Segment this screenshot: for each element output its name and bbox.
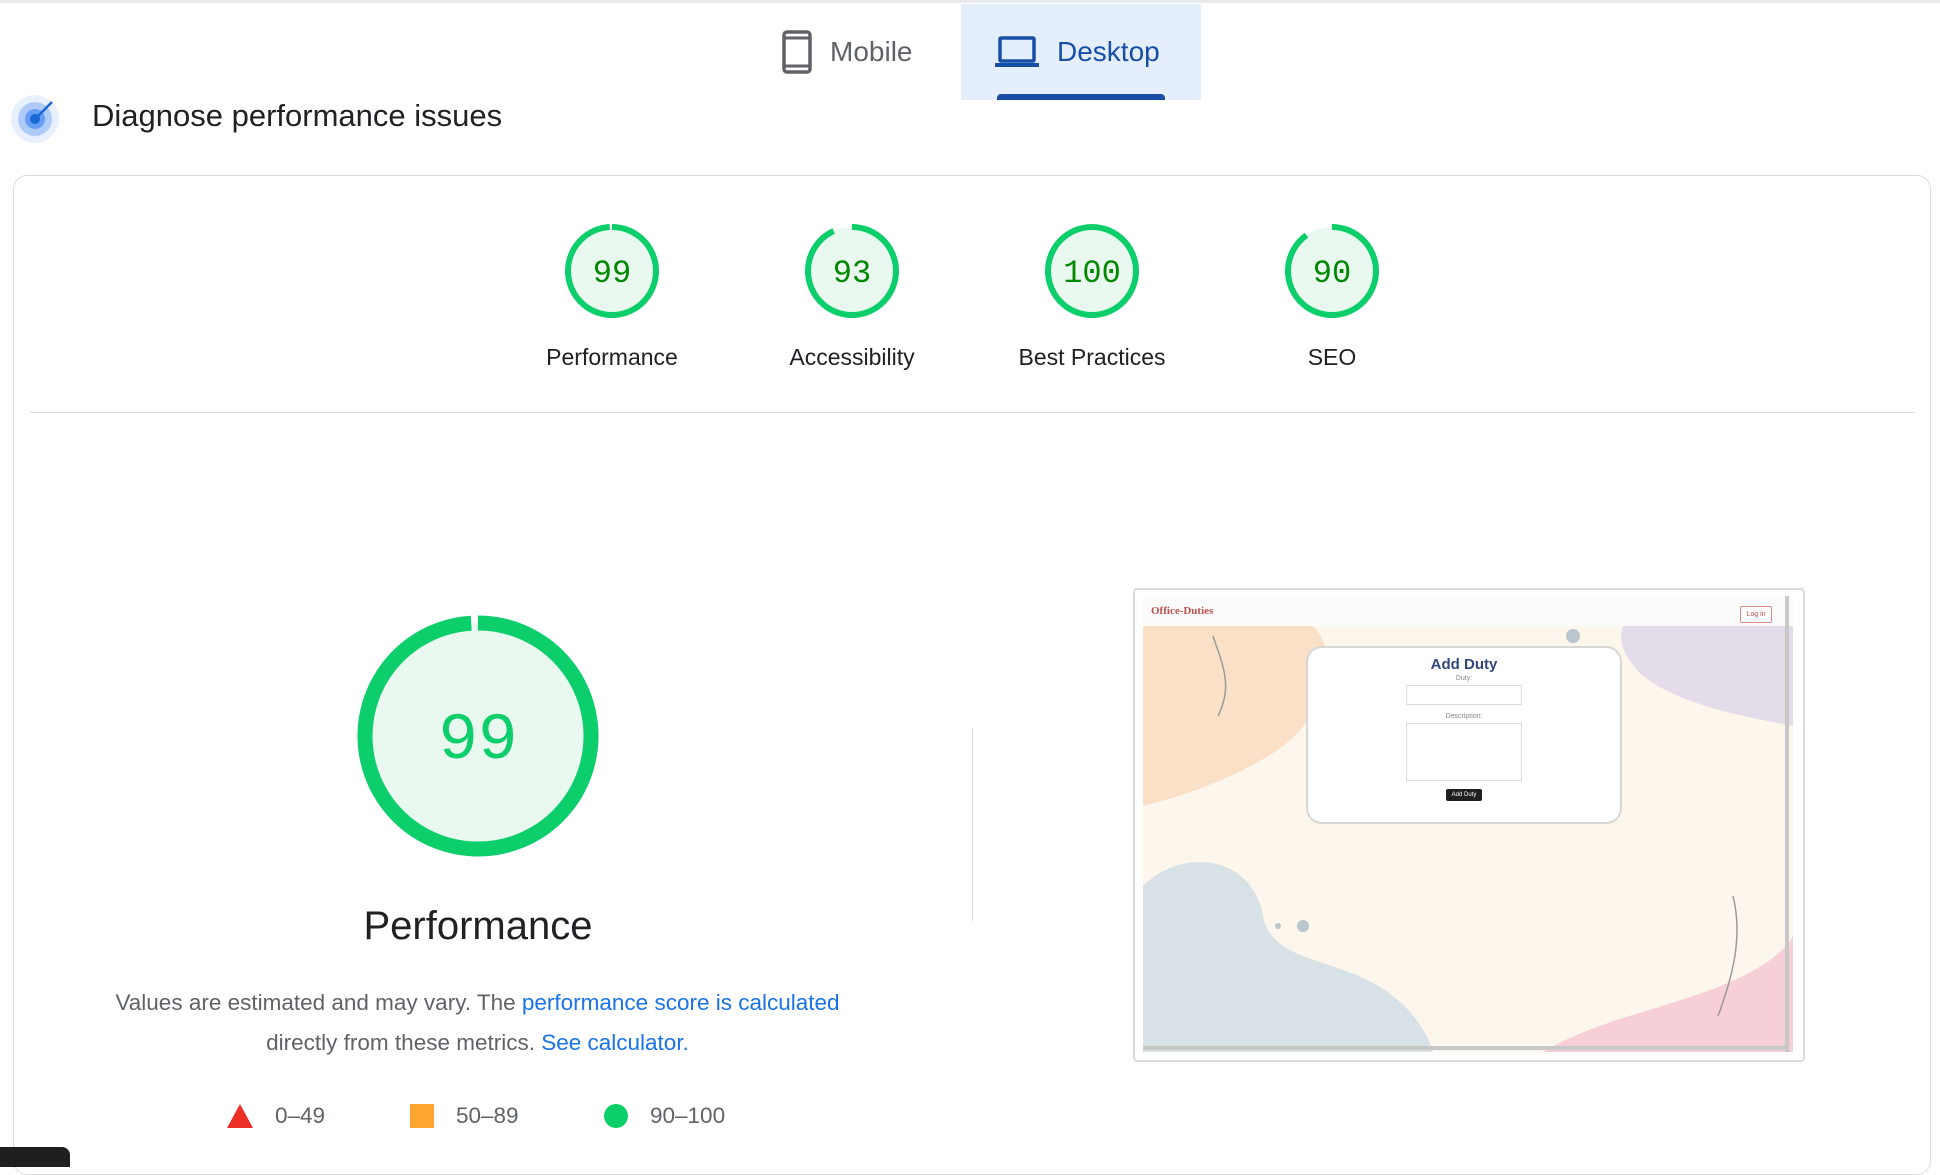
tab-desktop[interactable]: Desktop	[961, 4, 1201, 100]
gauge-score: 93	[833, 255, 871, 292]
legend-range: 50–89	[456, 1103, 519, 1128]
circle-icon	[604, 1104, 628, 1128]
screenshot-login: Log in	[1740, 606, 1772, 623]
gauge-ring: 90	[1285, 224, 1379, 318]
triangle-icon	[227, 1104, 253, 1128]
screenshot-description-input	[1406, 723, 1522, 781]
page-title: Diagnose performance issues	[92, 98, 503, 133]
diagnose-target-icon	[10, 94, 60, 144]
top-border	[0, 0, 1940, 3]
screenshot-scrollbar-horizontal	[1143, 1046, 1789, 1050]
corner-tab	[0, 1147, 70, 1167]
gauge-performance[interactable]: 99 Performance	[517, 222, 707, 371]
screenshot-duty-input	[1406, 685, 1522, 705]
screenshot-header: Office-Duties Log in	[1143, 596, 1793, 626]
tab-selected-indicator	[997, 94, 1165, 100]
performance-note: Values are estimated and may vary. The p…	[60, 983, 895, 1063]
legend-range: 90–100	[650, 1103, 726, 1128]
performance-score: 99	[438, 703, 517, 778]
screenshot-brand: Office-Duties	[1151, 605, 1214, 617]
gauge-score: 90	[1313, 255, 1351, 292]
score-calculated-link[interactable]: performance score is calculated	[522, 990, 840, 1015]
square-icon	[410, 1104, 434, 1128]
phone-icon	[782, 30, 812, 74]
note-text-2: directly from these metrics.	[266, 1030, 542, 1055]
gauge-score: 99	[593, 255, 631, 292]
gauge-ring: 99	[565, 224, 659, 318]
gauge-ring: 93	[805, 224, 899, 318]
note-text: Values are estimated and may vary. The	[115, 990, 522, 1015]
gauge-ring: 100	[1045, 224, 1139, 318]
legend-average: 50–89	[410, 1100, 519, 1132]
screenshot-page: Office-Duties Log in Add Duty Duty: Desc…	[1143, 596, 1793, 1052]
legend-range: 0–49	[275, 1103, 326, 1128]
gauge-accessibility[interactable]: 93 Accessibility	[757, 222, 947, 371]
laptop-icon	[995, 35, 1039, 69]
gauge-best-practices[interactable]: 100 Best Practices	[997, 222, 1187, 371]
screenshot-add-button: Add Duty	[1445, 789, 1483, 801]
tab-desktop-label: Desktop	[1057, 36, 1160, 67]
tab-mobile[interactable]: Mobile	[770, 4, 960, 100]
gauge-label: SEO	[1307, 344, 1357, 370]
performance-gauge-large: 99	[355, 613, 601, 859]
screenshot-form: Add Duty Duty: Description: Add Duty	[1306, 646, 1622, 824]
gauge-label: Performance	[546, 344, 678, 370]
section-divider	[30, 412, 1915, 413]
screenshot-form-title: Add Duty	[1430, 656, 1498, 673]
performance-gauge-ring: 99	[357, 615, 599, 857]
screenshot-scrollbar-vertical	[1785, 596, 1789, 1052]
gauge-label: Accessibility	[789, 344, 915, 370]
tab-mobile-label: Mobile	[830, 36, 913, 67]
final-screenshot[interactable]: Office-Duties Log in Add Duty Duty: Desc…	[1133, 588, 1805, 1062]
legend-fail: 0–49	[227, 1100, 325, 1132]
screenshot-duty-label: Duty:	[1455, 675, 1473, 682]
performance-title: Performance	[363, 904, 593, 948]
screenshot-description-label: Description:	[1445, 713, 1483, 720]
vertical-separator	[972, 728, 973, 921]
gauge-score: 100	[1063, 255, 1121, 292]
gauge-label: Best Practices	[1018, 344, 1166, 370]
gauge-seo[interactable]: 90 SEO	[1237, 222, 1427, 371]
see-calculator-link[interactable]: See calculator.	[541, 1030, 689, 1055]
legend-pass: 90–100	[604, 1100, 725, 1132]
